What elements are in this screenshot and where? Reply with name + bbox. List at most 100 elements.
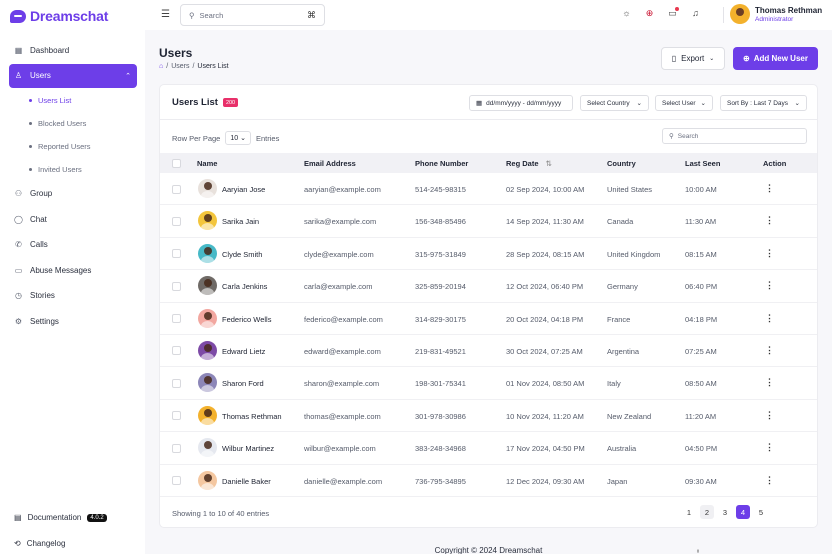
submenu-label: Reported Users xyxy=(38,142,91,151)
add-new-user-button[interactable]: ⊕ Add New User xyxy=(733,47,818,70)
table-row[interactable]: Edward Lietz edward@example.com 219-831-49… xyxy=(160,335,817,368)
row-checkbox[interactable] xyxy=(172,443,181,453)
sidebar-item-users[interactable]: ♙ Users ⌃ xyxy=(9,63,137,88)
user-name[interactable]: Sarika Jain xyxy=(222,217,259,226)
user-name[interactable]: Wilbur Martinez xyxy=(222,444,274,453)
page-button-1[interactable]: 1 xyxy=(682,505,696,519)
header-search-input[interactable]: ⚲ Search ⌘ xyxy=(180,4,325,26)
page-button-3[interactable]: 3 xyxy=(718,505,732,519)
message-icon[interactable]: ▭ xyxy=(667,7,679,19)
table-row[interactable]: Danielle Baker danielle@example.com 736-79… xyxy=(160,465,817,497)
sort-arrows-icon[interactable]: ⇅ xyxy=(546,159,552,168)
row-checkbox[interactable] xyxy=(172,281,181,291)
export-label: Export xyxy=(681,54,705,63)
sidebar-item-group[interactable]: ⚇ Group xyxy=(9,181,137,207)
sidebar-item-dashboard[interactable]: ▦ Dashboard xyxy=(9,38,137,62)
documentation-link[interactable]: ▤ Documentation 4.0.2 xyxy=(14,506,107,529)
select-all-checkbox[interactable] xyxy=(172,158,181,168)
more-options-icon[interactable]: ⋮ xyxy=(765,377,774,388)
more-options-icon[interactable]: ⋮ xyxy=(765,215,774,226)
header-search-placeholder: Search xyxy=(199,10,224,20)
changelog-link[interactable]: ⟲ Changelog xyxy=(14,532,107,554)
row-checkbox[interactable] xyxy=(172,216,181,226)
theme-toggle-icon[interactable]: ☼ xyxy=(621,8,632,19)
sidebar-item-stories[interactable]: ◷ Stories xyxy=(9,283,137,309)
page-button-4[interactable]: 4 xyxy=(736,505,750,519)
user-filter[interactable]: Select User ⌄ xyxy=(655,95,713,111)
sidebar-item-chat[interactable]: ◯ Chat xyxy=(9,207,137,233)
profile-menu[interactable]: Thomas Rethman Administrator xyxy=(730,4,822,24)
row-checkbox[interactable] xyxy=(172,411,181,421)
column-phone[interactable]: Phone Number xyxy=(415,159,468,168)
more-options-icon[interactable]: ⋮ xyxy=(765,248,774,259)
avatar xyxy=(198,373,217,393)
column-name[interactable]: Name xyxy=(197,159,217,168)
column-reg-date[interactable]: Reg Date ⇅ xyxy=(506,159,552,168)
submenu-blocked-users[interactable]: Blocked Users xyxy=(9,112,137,135)
user-name[interactable]: Aaryian Jose xyxy=(222,185,265,194)
column-last-seen[interactable]: Last Seen xyxy=(685,159,720,168)
column-country[interactable]: Country xyxy=(607,159,636,168)
row-checkbox[interactable] xyxy=(172,346,181,356)
hamburger-menu-icon[interactable]: ☰ xyxy=(161,9,170,20)
table-row[interactable]: Thomas Rethman thomas@example.com 301-978-… xyxy=(160,400,817,433)
submenu-users-list[interactable]: Users List xyxy=(9,89,137,112)
submenu-reported-users[interactable]: Reported Users xyxy=(9,135,137,158)
user-reg-date: 30 Oct 2024, 07:25 AM xyxy=(506,346,583,356)
user-email: sarika@example.com xyxy=(304,217,377,227)
more-options-icon[interactable]: ⋮ xyxy=(765,442,774,453)
row-checkbox[interactable] xyxy=(172,249,181,259)
user-name[interactable]: Edward Lietz xyxy=(222,347,265,356)
row-checkbox[interactable] xyxy=(172,314,181,324)
row-checkbox[interactable] xyxy=(172,184,181,194)
table-row[interactable]: Sharon Ford sharon@example.com 198-301-753… xyxy=(160,367,817,400)
user-name[interactable]: Thomas Rethman xyxy=(222,412,282,421)
more-options-icon[interactable]: ⋮ xyxy=(765,280,774,291)
table-row[interactable]: Federico Wells federico@example.com 314-82… xyxy=(160,303,817,335)
user-name[interactable]: Clyde Smith xyxy=(222,250,262,259)
bell-icon[interactable]: ♫ xyxy=(690,8,701,19)
user-email: danielle@example.com xyxy=(304,476,383,486)
table-row[interactable]: Carla Jenkins carla@example.com 325-859-20… xyxy=(160,270,817,303)
user-name[interactable]: Danielle Baker xyxy=(222,477,271,486)
page-button-2[interactable]: 2 xyxy=(700,505,714,519)
date-range-filter[interactable]: ▦ dd/mm/yyyy - dd/mm/yyyy xyxy=(469,95,573,111)
sidebar-item-settings[interactable]: ⚙ Settings xyxy=(9,309,137,335)
home-icon[interactable]: ⌂ xyxy=(159,63,163,70)
logo[interactable]: Dreamschat xyxy=(10,6,108,26)
sidebar-item-abuse-messages[interactable]: ▭ Abuse Messages xyxy=(9,258,137,284)
more-options-icon[interactable]: ⋮ xyxy=(765,475,774,486)
more-options-icon[interactable]: ⋮ xyxy=(765,345,774,356)
country-filter[interactable]: Select Country ⌄ xyxy=(580,95,649,111)
group-icon: ⚇ xyxy=(14,189,23,199)
user-name[interactable]: Federico Wells xyxy=(222,315,271,324)
sort-dropdown[interactable]: Sort By : Last 7 Days ⌄ xyxy=(720,95,807,111)
user-reg-date: 14 Sep 2024, 11:30 AM xyxy=(506,217,584,227)
avatar xyxy=(198,243,217,263)
submenu-invited-users[interactable]: Invited Users xyxy=(9,158,137,181)
sidebar-item-label: Abuse Messages xyxy=(30,265,92,275)
language-flag-icon[interactable]: ⊕ xyxy=(644,8,655,19)
more-options-icon[interactable]: ⋮ xyxy=(765,313,774,324)
sort-label: Sort By : Last 7 Days xyxy=(727,99,789,107)
row-checkbox[interactable] xyxy=(172,378,181,388)
more-options-icon[interactable]: ⋮ xyxy=(765,183,774,194)
table-body: Aaryian Jose aaryian@example.com 514-245-9… xyxy=(160,173,817,497)
user-name[interactable]: Carla Jenkins xyxy=(222,282,267,291)
more-options-icon[interactable]: ⋮ xyxy=(765,410,774,421)
row-checkbox[interactable] xyxy=(172,476,181,486)
column-email[interactable]: Email Address xyxy=(304,159,356,168)
table-row[interactable]: Aaryian Jose aaryian@example.com 514-245-9… xyxy=(160,173,817,206)
rows-per-page-select[interactable]: 10 ⌄ xyxy=(225,131,251,145)
user-phone: 514-245-98315 xyxy=(415,185,466,194)
export-button[interactable]: ▯ Export ⌄ xyxy=(661,47,725,70)
table-row[interactable]: Wilbur Martinez wilbur@example.com 383-248… xyxy=(160,432,817,465)
breadcrumb-users[interactable]: Users xyxy=(171,63,189,70)
chat-icon: ◯ xyxy=(14,214,23,224)
page-button-5[interactable]: 5 xyxy=(754,505,768,519)
sidebar-item-calls[interactable]: ✆ Calls xyxy=(9,232,137,258)
user-name[interactable]: Sharon Ford xyxy=(222,379,264,388)
table-row[interactable]: Sarika Jain sarika@example.com 156-348-854… xyxy=(160,205,817,238)
table-row[interactable]: Clyde Smith clyde@example.com 315-975-3184… xyxy=(160,238,817,271)
table-search-input[interactable]: ⚲ Search xyxy=(662,128,807,144)
